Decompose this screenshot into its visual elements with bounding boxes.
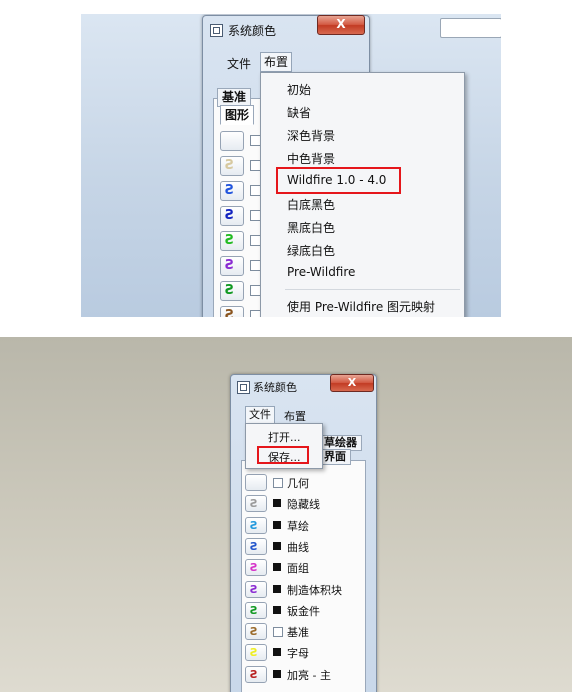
swatch-icon: Ƨ bbox=[250, 561, 258, 575]
color-row-label: 基准 bbox=[287, 626, 309, 640]
color-swatch-button[interactable]: Ƨ bbox=[245, 559, 267, 577]
window-title: 系统颜色 bbox=[228, 24, 277, 38]
visibility-checkbox[interactable] bbox=[273, 605, 281, 614]
color-swatch-button[interactable]: Ƨ bbox=[245, 601, 267, 619]
menu-item[interactable]: 绿底白色 bbox=[287, 242, 335, 259]
visibility-checkbox[interactable] bbox=[273, 478, 283, 488]
swatch-icon: Ƨ bbox=[225, 158, 235, 173]
swatch-icon: Ƨ bbox=[225, 208, 235, 223]
swatch-icon: Ƨ bbox=[250, 603, 258, 617]
red-highlight-box bbox=[257, 446, 309, 464]
close-button[interactable]: X bbox=[317, 15, 365, 35]
color-swatch-button[interactable]: Ƨ bbox=[220, 206, 244, 226]
swatch-icon: Ƨ bbox=[250, 497, 258, 511]
color-row-label: 隐藏线 bbox=[287, 498, 320, 512]
color-swatch-button[interactable]: Ƨ bbox=[220, 281, 244, 301]
visibility-checkbox[interactable] bbox=[273, 584, 281, 593]
color-row-label: 制造体积块 bbox=[287, 583, 342, 597]
menu-item[interactable]: 初始 bbox=[287, 81, 311, 98]
color-swatch-button[interactable]: Ƨ bbox=[220, 156, 244, 176]
menu-item[interactable]: 深色背景 bbox=[287, 127, 335, 144]
menu-item-open[interactable]: 打开... bbox=[268, 429, 301, 445]
color-row-label: 字母 bbox=[287, 647, 309, 661]
color-swatch-button[interactable]: Ƨ bbox=[220, 181, 244, 201]
color-row-label: 曲线 bbox=[287, 540, 309, 554]
tab-ui[interactable]: 界面 bbox=[319, 449, 351, 465]
visibility-checkbox[interactable] bbox=[273, 627, 283, 638]
color-swatch-button[interactable]: Ƨ bbox=[245, 644, 267, 662]
swatch-icon: Ƨ bbox=[250, 582, 258, 596]
color-swatch-button[interactable]: Ƨ bbox=[245, 516, 267, 534]
menu-item[interactable]: 中色背景 bbox=[287, 150, 335, 167]
menu-item[interactable]: Pre-Wildfire bbox=[287, 265, 355, 279]
menu-file[interactable]: 文件 bbox=[245, 406, 275, 424]
color-swatch-button[interactable]: Ƨ bbox=[220, 231, 244, 251]
swatch-icon: Ƨ bbox=[225, 233, 235, 248]
menu-separator bbox=[285, 289, 460, 290]
color-swatch-button[interactable]: Ƨ bbox=[245, 537, 267, 555]
swatch-icon: Ƨ bbox=[250, 667, 258, 681]
swatch-icon: Ƨ bbox=[225, 308, 235, 317]
visibility-checkbox[interactable] bbox=[273, 499, 281, 508]
layout-dropdown-menu: 初始 缺省 深色背景 中色背景 Wildfire 1.0 - 4.0 白底黑色 黑底白色 绿底… bbox=[260, 72, 465, 317]
menu-item[interactable]: 白底黑色 bbox=[287, 196, 335, 213]
color-swatch-button[interactable] bbox=[220, 131, 244, 151]
menu-file[interactable]: 文件 bbox=[227, 55, 251, 72]
tab-graphics[interactable]: 图形 bbox=[220, 105, 255, 125]
swatch-icon: Ƨ bbox=[250, 518, 258, 532]
color-swatch-button[interactable]: Ƨ bbox=[245, 580, 267, 598]
swatch-icon: Ƨ bbox=[250, 539, 258, 553]
bottom-screenshot-panel: 系统颜色 X 文件 布置 草绘器 界面 几何 Ƨ 隐藏线 Ƨ 草绘 Ƨ 曲线 Ƨ 面组 Ƨ 制造体积… bbox=[0, 337, 572, 692]
system-colors-window-2: 系统颜色 X 文件 布置 草绘器 界面 几何 Ƨ 隐藏线 Ƨ 草绘 Ƨ 曲线 Ƨ 面组 Ƨ 制造体积… bbox=[230, 374, 377, 692]
color-swatch-button[interactable]: Ƨ bbox=[220, 306, 244, 317]
swatch-icon: Ƨ bbox=[250, 646, 258, 660]
visibility-checkbox[interactable] bbox=[273, 669, 281, 678]
color-row-label: 草绘 bbox=[287, 519, 309, 533]
window-title: 系统颜色 bbox=[253, 381, 297, 394]
top-screenshot-panel: 系统颜色 X 文件 布置 基准 图形 ƧƧƧƧƧƧƧ 初始 缺省 深色背景 中色背景 W… bbox=[81, 14, 501, 317]
red-highlight-box bbox=[276, 167, 401, 194]
color-row-label: 面组 bbox=[287, 562, 309, 576]
swatch-icon: Ƨ bbox=[225, 183, 235, 198]
visibility-checkbox[interactable] bbox=[273, 541, 281, 550]
color-swatch-button[interactable]: Ƨ bbox=[245, 665, 267, 683]
color-row-label: 加亮 - 主 bbox=[287, 668, 331, 682]
close-button[interactable]: X bbox=[330, 374, 374, 392]
color-row-label: 钣金件 bbox=[287, 604, 320, 618]
swatch-icon: Ƨ bbox=[250, 625, 258, 639]
visibility-checkbox[interactable] bbox=[273, 563, 281, 572]
menu-item[interactable]: 黑底白色 bbox=[287, 219, 335, 236]
color-swatch-button[interactable]: Ƨ bbox=[245, 495, 267, 513]
window-icon bbox=[210, 24, 223, 37]
color-swatch-button[interactable]: Ƨ bbox=[245, 623, 267, 641]
file-dropdown-menu: 打开... 保存... bbox=[245, 423, 323, 469]
menu-layout[interactable]: 布置 bbox=[260, 52, 293, 72]
menu-item[interactable]: 缺省 bbox=[287, 104, 311, 121]
visibility-checkbox[interactable] bbox=[273, 520, 281, 529]
window-icon bbox=[237, 381, 250, 394]
address-field[interactable] bbox=[440, 18, 501, 38]
swatch-icon: Ƨ bbox=[225, 258, 235, 273]
color-row-label: 几何 bbox=[287, 477, 309, 490]
color-swatch-button[interactable] bbox=[245, 474, 267, 491]
menu-layout[interactable]: 布置 bbox=[284, 408, 306, 424]
color-swatch-button[interactable]: Ƨ bbox=[220, 256, 244, 276]
menu-item-pre-wildfire-mapping[interactable]: 使用 Pre-Wildfire 图元映射 bbox=[287, 298, 435, 315]
swatch-icon: Ƨ bbox=[225, 283, 235, 298]
visibility-checkbox[interactable] bbox=[273, 648, 281, 657]
